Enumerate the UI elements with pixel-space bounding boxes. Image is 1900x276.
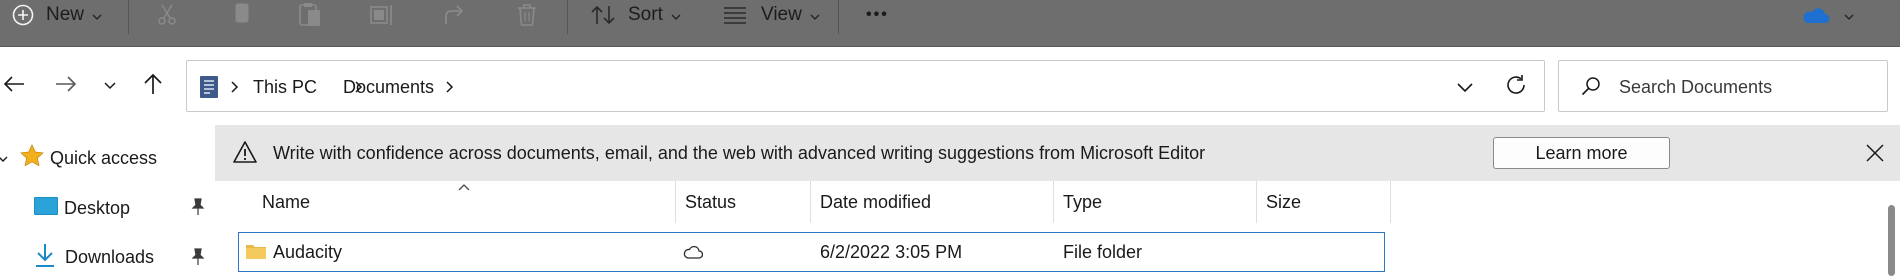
column-header-name[interactable]: Name bbox=[262, 181, 310, 223]
rename-icon bbox=[370, 4, 396, 26]
delete-button[interactable] bbox=[516, 0, 538, 30]
star-icon bbox=[20, 144, 44, 172]
file-type: File folder bbox=[1063, 241, 1143, 262]
toolbar-separator bbox=[567, 0, 568, 34]
address-history-button[interactable] bbox=[1457, 61, 1473, 113]
sidebar-item-label: Desktop bbox=[64, 197, 131, 218]
chevron-down-icon bbox=[671, 4, 681, 26]
documents-folder-icon bbox=[199, 75, 219, 104]
sidebar-item-downloads[interactable]: Downloads bbox=[34, 243, 205, 272]
rename-button[interactable] bbox=[370, 0, 396, 30]
more-options-button[interactable]: ••• bbox=[866, 0, 889, 30]
view-list-icon bbox=[723, 6, 747, 24]
warning-icon bbox=[233, 141, 257, 168]
view-label: View bbox=[761, 4, 802, 25]
cut-button[interactable] bbox=[155, 0, 179, 30]
download-icon bbox=[34, 243, 56, 272]
search-icon bbox=[1581, 76, 1601, 101]
file-date-modified: 6/2/2022 3:05 PM bbox=[820, 241, 963, 262]
file-name: Audacity bbox=[273, 241, 343, 262]
sidebar-item-label: Quick access bbox=[50, 147, 158, 168]
recent-locations-button[interactable] bbox=[96, 68, 124, 104]
sort-ascending-indicator-icon bbox=[458, 178, 470, 196]
arrow-right-icon bbox=[55, 75, 77, 98]
breadcrumb-this-pc[interactable]: This PC bbox=[253, 61, 317, 113]
column-divider[interactable] bbox=[810, 181, 811, 223]
forward-button[interactable] bbox=[52, 68, 80, 104]
arrow-up-icon bbox=[143, 73, 163, 100]
back-button[interactable] bbox=[0, 68, 28, 104]
command-bar: New Sort View ••• bbox=[0, 0, 1900, 47]
table-row[interactable]: Audacity 6/2/2022 3:05 PM File folder bbox=[238, 232, 1385, 272]
editor-promo-banner: Write with confidence across documents, … bbox=[215, 125, 1900, 181]
onedrive-button[interactable] bbox=[1800, 0, 1854, 30]
trash-icon bbox=[516, 3, 538, 27]
column-header-type[interactable]: Type bbox=[1063, 181, 1102, 223]
sidebar-item-label: Downloads bbox=[65, 246, 155, 267]
close-banner-button[interactable] bbox=[1865, 143, 1885, 168]
column-divider[interactable] bbox=[1053, 181, 1054, 223]
breadcrumb-documents[interactable]: Documents bbox=[343, 61, 434, 113]
breadcrumb-separator-icon bbox=[446, 61, 454, 113]
chevron-down-icon bbox=[0, 148, 8, 169]
scissors-icon bbox=[155, 3, 179, 27]
share-button[interactable] bbox=[443, 0, 467, 30]
folder-icon bbox=[245, 242, 267, 265]
copy-icon bbox=[230, 3, 252, 27]
column-divider[interactable] bbox=[1390, 181, 1391, 223]
sort-label: Sort bbox=[628, 4, 663, 25]
new-label: New bbox=[46, 4, 85, 25]
desktop-icon bbox=[34, 196, 58, 220]
chevron-down-icon bbox=[810, 4, 820, 26]
paste-button[interactable] bbox=[298, 0, 322, 30]
chevron-down-icon bbox=[104, 77, 116, 95]
learn-more-button[interactable]: Learn more bbox=[1493, 137, 1670, 169]
banner-message: Write with confidence across documents, … bbox=[273, 142, 1206, 163]
paste-icon bbox=[298, 2, 322, 28]
vertical-scrollbar[interactable] bbox=[1888, 205, 1895, 276]
column-header-size[interactable]: Size bbox=[1266, 181, 1301, 223]
navigation-pane: Quick access Desktop Downloads bbox=[0, 125, 215, 276]
close-icon bbox=[1866, 144, 1884, 162]
column-header-date-modified[interactable]: Date modified bbox=[820, 181, 931, 223]
refresh-icon bbox=[1505, 74, 1527, 101]
chevron-down-icon bbox=[92, 4, 102, 26]
column-header-status[interactable]: Status bbox=[685, 181, 736, 223]
file-list-pane: Write with confidence across documents, … bbox=[215, 125, 1900, 276]
sidebar-item-desktop[interactable]: Desktop bbox=[34, 195, 205, 221]
breadcrumb-separator-icon bbox=[231, 61, 239, 113]
chevron-down-icon bbox=[1844, 4, 1854, 26]
sort-icon bbox=[590, 4, 616, 26]
toolbar-separator bbox=[838, 0, 839, 34]
plus-circle-icon bbox=[12, 4, 34, 26]
new-button[interactable]: New bbox=[12, 0, 102, 30]
onedrive-cloud-icon bbox=[1800, 6, 1830, 24]
copy-button[interactable] bbox=[230, 0, 252, 30]
chevron-down-icon bbox=[1457, 77, 1473, 98]
more-icon: ••• bbox=[866, 6, 889, 23]
column-divider[interactable] bbox=[675, 181, 676, 223]
up-button[interactable] bbox=[139, 68, 167, 104]
address-bar[interactable]: This PC Documents bbox=[186, 60, 1545, 112]
refresh-button[interactable] bbox=[1505, 61, 1527, 113]
arrow-left-icon bbox=[3, 75, 25, 98]
share-icon bbox=[443, 4, 467, 26]
toolbar-separator bbox=[128, 0, 129, 34]
view-button[interactable]: View bbox=[723, 0, 820, 30]
search-box[interactable]: Search Documents bbox=[1558, 60, 1888, 112]
cloud-status-icon bbox=[683, 233, 703, 271]
column-divider[interactable] bbox=[1256, 181, 1257, 223]
pin-icon[interactable] bbox=[190, 198, 206, 221]
pin-icon[interactable] bbox=[190, 248, 206, 271]
sidebar-item-quick-access[interactable]: Quick access bbox=[0, 144, 158, 172]
sort-button[interactable]: Sort bbox=[590, 0, 681, 30]
search-placeholder: Search Documents bbox=[1619, 76, 1773, 97]
